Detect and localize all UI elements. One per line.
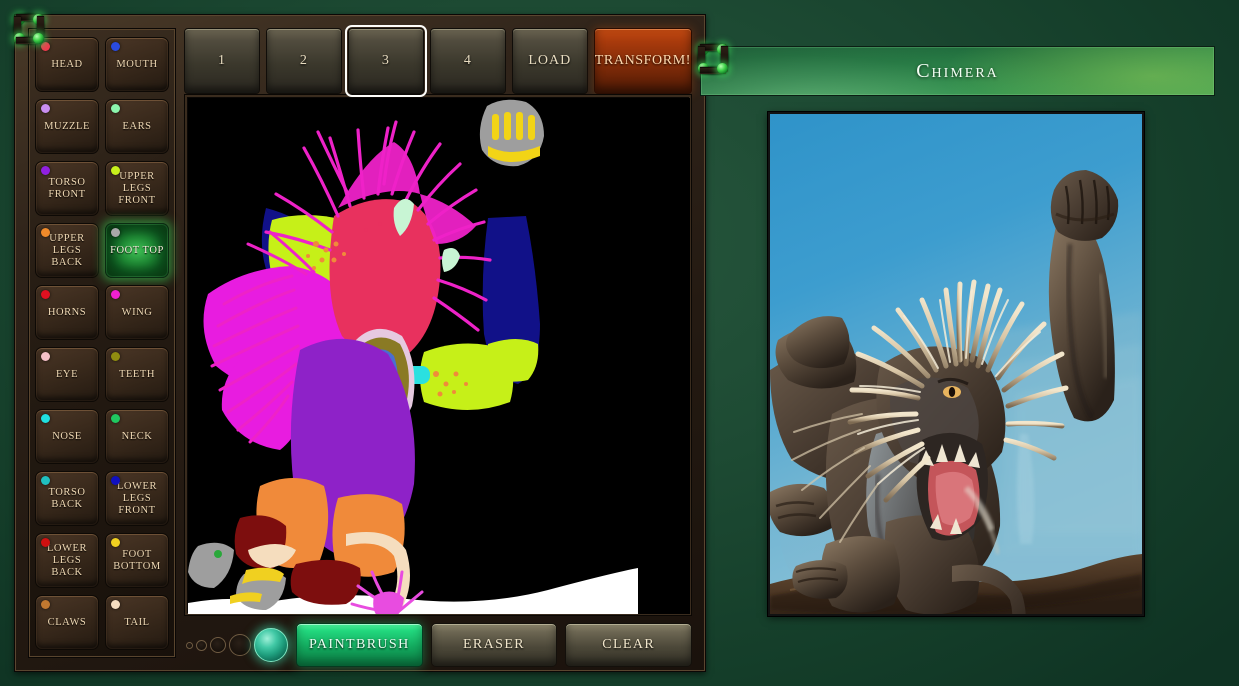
- part-button-tail[interactable]: TAIL: [105, 595, 169, 650]
- part-button-muzzle[interactable]: MUZZLE: [35, 99, 99, 154]
- part-button-label: FOOT BOTTOM: [113, 548, 161, 572]
- tool-bar: PAINTBRUSH ERASER CLEAR: [184, 620, 693, 670]
- part-button-label: LOWER LEGS FRONT: [116, 480, 158, 516]
- brush-size-3[interactable]: [210, 637, 226, 653]
- part-button-label: CLAWS: [47, 616, 87, 628]
- brush-size-2[interactable]: [196, 639, 207, 651]
- part-button-horns[interactable]: HORNS: [35, 285, 99, 340]
- clear-button[interactable]: CLEAR: [565, 623, 693, 667]
- part-color-swatch-icon: [41, 538, 50, 547]
- tool-button-label: PAINTBRUSH: [309, 637, 410, 652]
- part-button-lower-legs-back[interactable]: LOWER LEGS BACK: [35, 533, 99, 588]
- part-button-label: UPPER LEGS FRONT: [118, 170, 156, 206]
- generated-chimera-image: [770, 114, 1142, 614]
- segmentation-drawing: [188, 98, 690, 614]
- part-button-label: NOSE: [52, 430, 82, 442]
- part-color-swatch-icon: [41, 414, 50, 423]
- part-button-wing[interactable]: WING: [105, 285, 169, 340]
- part-color-swatch-icon: [111, 166, 120, 175]
- part-button-label: TAIL: [124, 616, 150, 628]
- tab-1[interactable]: 1: [184, 28, 260, 94]
- part-color-swatch-icon: [41, 104, 50, 113]
- part-color-swatch-icon: [111, 600, 120, 609]
- paintbrush-button[interactable]: PAINTBRUSH: [296, 623, 423, 667]
- part-button-label: EARS: [122, 120, 152, 132]
- part-button-label: HORNS: [47, 306, 87, 318]
- part-button-ears[interactable]: EARS: [105, 99, 169, 154]
- part-button-teeth[interactable]: TEETH: [105, 347, 169, 402]
- editor-window: HEAD MOUTH MUZZLE EARS TORSO FRONT UPPER LEGS…: [14, 14, 706, 672]
- part-color-swatch-icon: [111, 104, 120, 113]
- tab-label: 3: [381, 53, 390, 68]
- part-button-foot-bottom[interactable]: FOOT BOTTOM: [105, 533, 169, 588]
- tab-label: 2: [299, 53, 308, 68]
- part-button-label: WING: [121, 306, 153, 318]
- part-color-swatch-icon: [41, 42, 50, 51]
- tool-button-label: CLEAR: [602, 637, 656, 652]
- preview-title-text: Chimera: [916, 59, 999, 82]
- brush-size-4[interactable]: [229, 634, 251, 656]
- part-color-swatch-icon: [111, 228, 120, 237]
- part-color-swatch-icon: [41, 166, 50, 175]
- part-color-swatch-icon: [111, 290, 120, 299]
- parts-panel: HEAD MOUTH MUZZLE EARS TORSO FRONT UPPER LEGS…: [28, 28, 176, 658]
- tool-button-group: PAINTBRUSH ERASER CLEAR: [296, 620, 693, 670]
- part-button-torso-front[interactable]: TORSO FRONT: [35, 161, 99, 216]
- tab-transform[interactable]: TRANSFORM!: [593, 28, 693, 94]
- part-button-label: EYE: [55, 368, 79, 380]
- part-button-torso-back[interactable]: TORSO BACK: [35, 471, 99, 526]
- tab-3[interactable]: 3: [344, 25, 427, 97]
- parts-grid: HEAD MOUTH MUZZLE EARS TORSO FRONT UPPER LEGS…: [35, 37, 169, 650]
- tab-label: TRANSFORM!: [594, 53, 692, 68]
- tab-load[interactable]: LOAD: [511, 28, 588, 94]
- tab-2[interactable]: 2: [265, 28, 342, 94]
- tool-button-label: ERASER: [462, 637, 526, 652]
- part-button-label: NECK: [121, 430, 153, 442]
- eraser-button[interactable]: ERASER: [430, 623, 558, 667]
- part-button-head[interactable]: HEAD: [35, 37, 99, 92]
- part-button-foot-top[interactable]: FOOT TOP: [105, 223, 169, 278]
- part-button-neck[interactable]: NECK: [105, 409, 169, 464]
- part-button-upper-legs-back[interactable]: UPPER LEGS BACK: [35, 223, 99, 278]
- part-color-swatch-icon: [111, 538, 120, 547]
- tab-label: 4: [463, 53, 472, 68]
- part-button-label: FOOT TOP: [110, 244, 164, 256]
- tab-4[interactable]: 4: [429, 28, 506, 94]
- part-button-label: LOWER LEGS BACK: [46, 542, 88, 578]
- generated-image-frame: [768, 112, 1144, 616]
- part-color-swatch-icon: [41, 290, 50, 299]
- part-button-claws[interactable]: CLAWS: [35, 595, 99, 650]
- part-button-eye[interactable]: EYE: [35, 347, 99, 402]
- part-button-lower-legs-front[interactable]: LOWER LEGS FRONT: [105, 471, 169, 526]
- brush-size-5[interactable]: [254, 628, 288, 662]
- app-root: HEAD MOUTH MUZZLE EARS TORSO FRONT UPPER LEGS…: [0, 0, 1239, 686]
- brush-size-selector[interactable]: [184, 620, 288, 670]
- part-button-label: HEAD: [51, 58, 83, 70]
- part-color-swatch-icon: [41, 600, 50, 609]
- part-color-swatch-icon: [41, 476, 50, 485]
- part-color-swatch-icon: [41, 228, 50, 237]
- part-button-label: TORSO FRONT: [48, 176, 86, 200]
- preview-window: Chimera: [698, 44, 1225, 624]
- part-button-label: TEETH: [119, 368, 155, 380]
- preview-title-bar: Chimera: [700, 46, 1215, 96]
- part-color-swatch-icon: [111, 414, 120, 423]
- canvas-frame[interactable]: [184, 94, 692, 616]
- tab-label: LOAD: [528, 53, 572, 68]
- part-button-label: TORSO BACK: [48, 486, 86, 510]
- segmentation-canvas[interactable]: [188, 98, 690, 614]
- part-button-label: MUZZLE: [44, 120, 90, 132]
- part-button-upper-legs-front[interactable]: UPPER LEGS FRONT: [105, 161, 169, 216]
- part-button-mouth[interactable]: MOUTH: [105, 37, 169, 92]
- part-button-label: UPPER LEGS BACK: [49, 232, 85, 268]
- part-button-label: MOUTH: [116, 58, 158, 70]
- part-button-nose[interactable]: NOSE: [35, 409, 99, 464]
- part-color-swatch-icon: [111, 352, 120, 361]
- part-color-swatch-icon: [111, 476, 120, 485]
- part-color-swatch-icon: [41, 352, 50, 361]
- tab-label: 1: [217, 53, 226, 68]
- brush-size-1[interactable]: [186, 641, 193, 649]
- part-color-swatch-icon: [111, 42, 120, 51]
- slot-tab-bar: 1 2 3 4 LOAD TRANSFORM!: [184, 25, 693, 97]
